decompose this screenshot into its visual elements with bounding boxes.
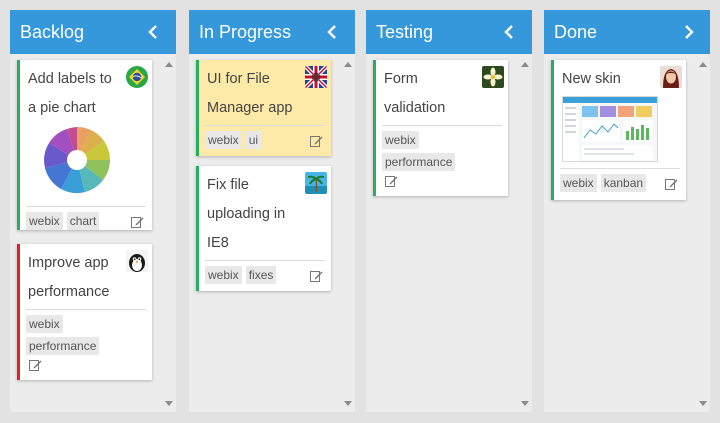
chevron-left-icon[interactable] — [500, 22, 520, 42]
tag[interactable]: webix — [26, 212, 63, 230]
card-footer: webix kanban — [560, 168, 680, 196]
edit-icon[interactable] — [385, 175, 398, 187]
task-card[interactable]: New skin webix kanban — [551, 60, 686, 200]
scroll-down-arrow-icon[interactable] — [165, 401, 173, 406]
card-footer: webix chart — [26, 206, 146, 234]
tag-list: webix fixes — [205, 266, 325, 284]
task-card[interactable]: Add labels to a pie chart webix chart — [17, 60, 152, 230]
tag-list: webix performance — [26, 315, 146, 355]
edit-icon[interactable] — [29, 359, 42, 371]
column-body: UI for File Manager app webix ui Fix fil… — [189, 54, 355, 412]
tag-list: webix ui — [205, 131, 325, 149]
flower-avatar — [482, 66, 504, 88]
tag[interactable]: performance — [382, 153, 456, 171]
scroll-down-arrow-icon[interactable] — [521, 401, 529, 406]
tag[interactable]: kanban — [600, 174, 647, 192]
chevron-right-icon[interactable] — [678, 22, 698, 42]
tag[interactable]: performance — [26, 337, 100, 355]
column-done: Done New skin webix kanban — [544, 10, 710, 412]
scroll-up-arrow-icon[interactable] — [699, 62, 707, 67]
task-card[interactable]: UI for File Manager app webix ui — [196, 60, 331, 156]
tag-list: webix chart — [26, 212, 146, 230]
column-scrollbar[interactable] — [162, 54, 176, 412]
tag-list: webix performance — [382, 131, 502, 171]
woman-avatar — [660, 66, 682, 88]
card-footer: webix ui — [205, 125, 325, 153]
column-scrollbar[interactable] — [696, 54, 710, 412]
column-backlog: Backlog Add labels to a pie chart webix … — [10, 10, 176, 412]
new-skin-screenshot-thumbnail — [562, 96, 658, 162]
column-header-backlog: Backlog — [10, 10, 176, 54]
edit-icon[interactable] — [131, 216, 144, 228]
column-scrollbar[interactable] — [341, 54, 355, 412]
chevron-left-icon[interactable] — [323, 22, 343, 42]
edit-icon[interactable] — [310, 270, 323, 282]
tag[interactable]: ui — [245, 131, 262, 149]
task-card[interactable]: Improve app performance webix performanc… — [17, 244, 152, 380]
column-title: Testing — [376, 21, 434, 42]
column-header-in-progress: In Progress — [189, 10, 355, 54]
column-testing: Testing Form validation webix performanc… — [366, 10, 532, 412]
column-in-progress: In Progress UI for File Manager app webi… — [189, 10, 355, 412]
tag[interactable]: webix — [205, 131, 242, 149]
scroll-down-arrow-icon[interactable] — [699, 401, 707, 406]
card-footer: webix performance — [382, 125, 502, 191]
tag-list: webix kanban — [560, 174, 680, 192]
edit-icon[interactable] — [310, 135, 323, 147]
column-body: Add labels to a pie chart webix chart Im… — [10, 54, 176, 412]
scroll-up-arrow-icon[interactable] — [344, 62, 352, 67]
tag[interactable]: webix — [26, 315, 63, 333]
scroll-down-arrow-icon[interactable] — [344, 401, 352, 406]
column-header-testing: Testing — [366, 10, 532, 54]
scroll-up-arrow-icon[interactable] — [165, 62, 173, 67]
column-title: Backlog — [20, 21, 85, 42]
column-scrollbar[interactable] — [518, 54, 532, 412]
penguin-avatar — [126, 250, 148, 272]
edit-icon[interactable] — [665, 178, 678, 190]
tag[interactable]: webix — [382, 131, 419, 149]
column-header-done: Done — [544, 10, 710, 54]
task-card[interactable]: Fix file uploading in IE8 webix fixes — [196, 166, 331, 291]
chevron-left-icon[interactable] — [144, 22, 164, 42]
palm-beach-avatar — [305, 172, 327, 194]
tag[interactable]: webix — [560, 174, 597, 192]
tag[interactable]: fixes — [245, 266, 277, 284]
column-title: In Progress — [199, 21, 292, 42]
card-footer: webix performance — [26, 309, 146, 375]
uk-flag-avatar — [305, 66, 327, 88]
column-body: Form validation webix performance — [366, 54, 532, 412]
card-footer: webix fixes — [205, 260, 325, 288]
pie-chart-thumbnail — [20, 125, 152, 206]
task-card[interactable]: Form validation webix performance — [373, 60, 508, 196]
brazil-flag-avatar — [126, 66, 148, 88]
column-title: Done — [554, 21, 598, 42]
scroll-up-arrow-icon[interactable] — [521, 62, 529, 67]
column-body: New skin webix kanban — [544, 54, 710, 412]
tag[interactable]: chart — [66, 212, 100, 230]
tag[interactable]: webix — [205, 266, 242, 284]
